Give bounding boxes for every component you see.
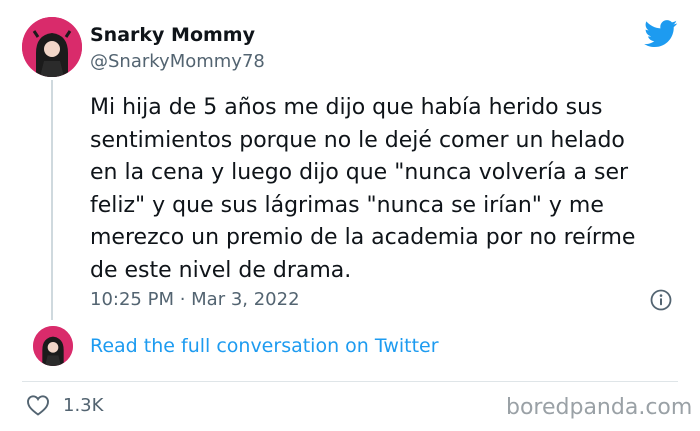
author-avatar[interactable] [22,17,82,77]
like-count: 1.3K [63,395,104,416]
author-handle[interactable]: @SnarkyMommy78 [90,51,265,72]
tweet-text: Mi hija de 5 años me dijo que había heri… [90,95,636,283]
thread-connector [51,80,53,320]
reply-avatar[interactable] [33,326,73,366]
info-icon[interactable] [650,289,672,311]
read-full-conversation-link[interactable]: Read the full conversation on Twitter [90,335,439,357]
divider [22,381,678,382]
avatar-illustration [22,17,82,77]
author-name[interactable]: Snarky Mommy [90,24,255,46]
twitter-bird-icon[interactable] [644,20,678,48]
avatar-illustration [33,326,73,366]
heart-icon[interactable] [26,394,50,416]
tweet-timestamp[interactable]: 10:25 PM · Mar 3, 2022 [90,289,300,310]
watermark: boredpanda.com [506,395,693,420]
